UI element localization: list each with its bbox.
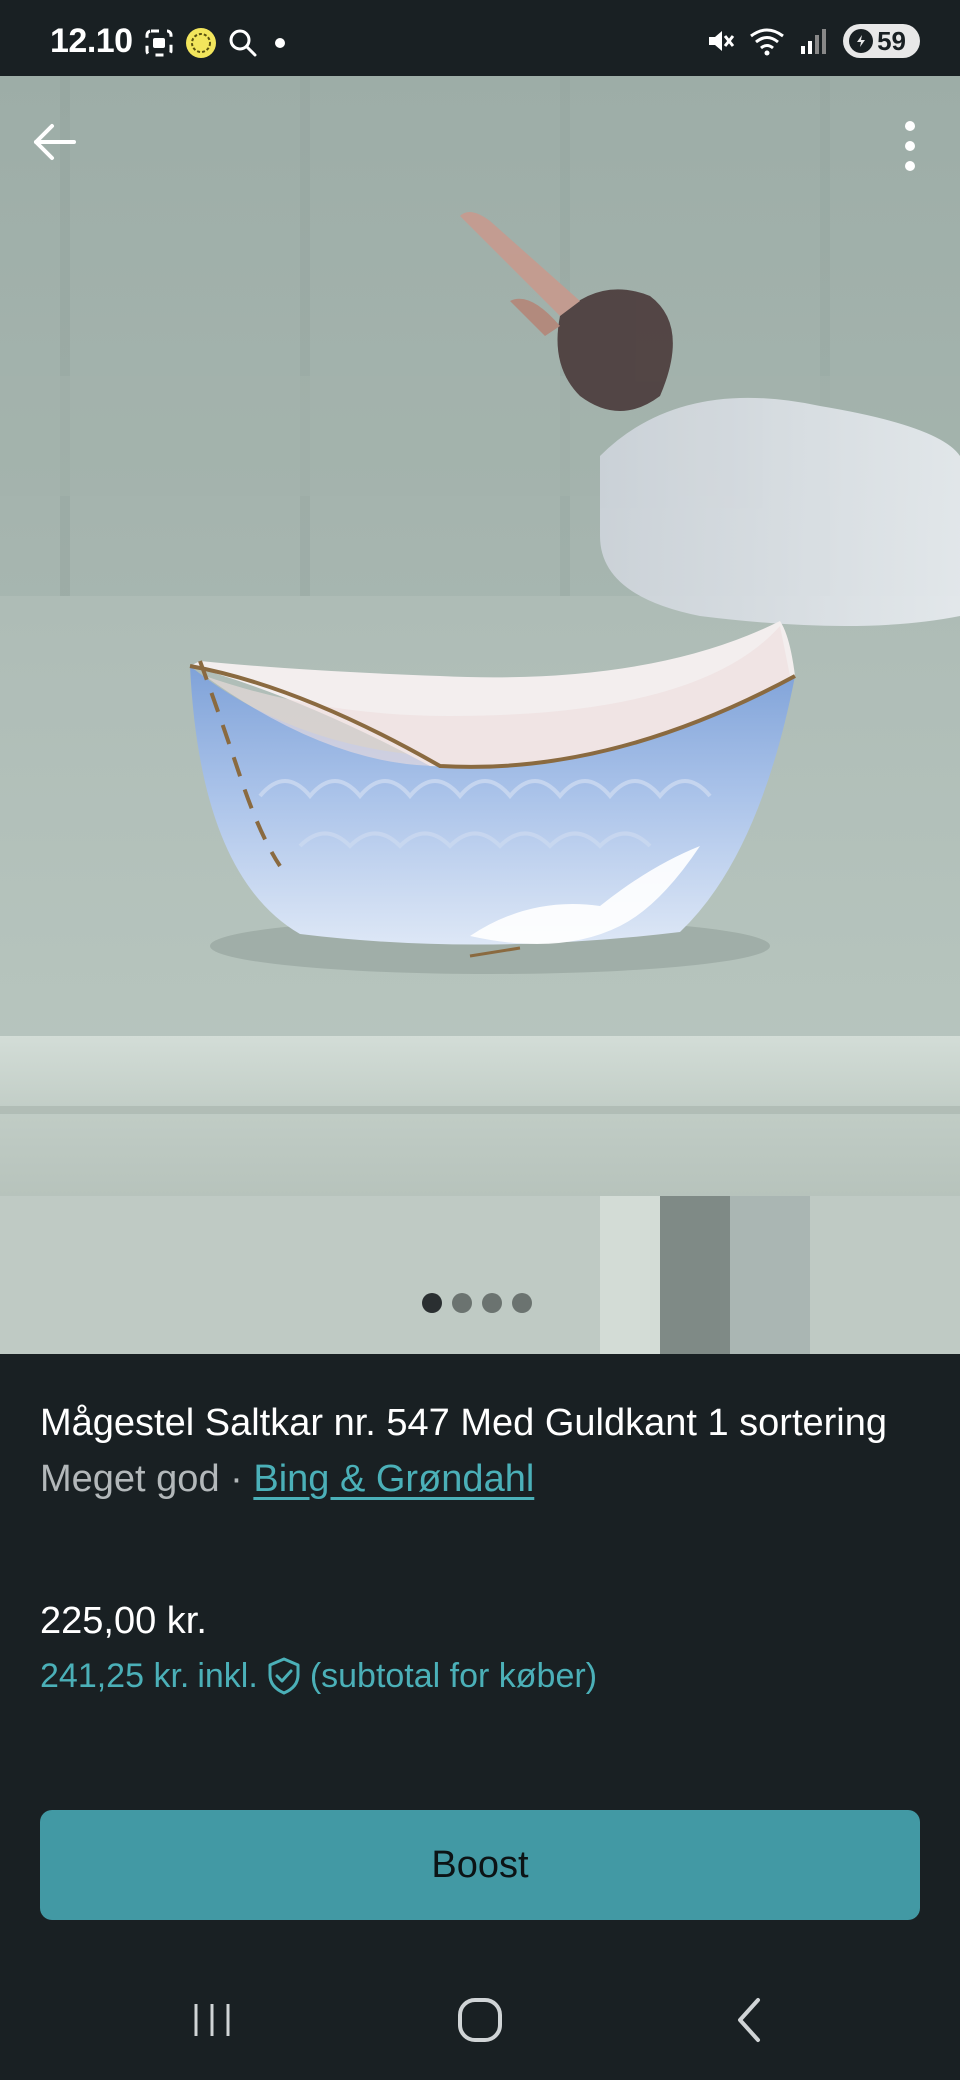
app-badge-icon xyxy=(186,28,216,58)
product-photo xyxy=(0,76,960,1354)
battery-level: 59 xyxy=(877,25,906,56)
price-incl-note: (subtotal for køber) xyxy=(309,1656,598,1695)
notification-dot-icon xyxy=(275,38,285,48)
status-right-icons: 59 xyxy=(705,24,920,58)
meta-separator: · xyxy=(219,1458,254,1500)
boost-button[interactable]: Boost xyxy=(40,1810,920,1920)
mute-icon xyxy=(709,31,735,51)
system-navigation-bar xyxy=(0,1960,960,2080)
pagination-dot[interactable] xyxy=(452,1293,472,1313)
recent-apps-icon[interactable] xyxy=(182,1990,242,2050)
pagination-dot[interactable] xyxy=(482,1293,502,1313)
pagination-dot-active[interactable] xyxy=(422,1293,442,1313)
price-incl-amount: 241,25 kr. xyxy=(40,1656,190,1695)
product-image-gallery[interactable] xyxy=(0,76,960,1354)
status-bar: 12.10 59 xyxy=(0,0,960,76)
wifi-icon xyxy=(750,28,784,56)
brand-link[interactable]: Bing & Grøndahl xyxy=(253,1458,534,1500)
listing-meta: Meget god · Bing & Grøndahl xyxy=(40,1452,920,1506)
pagination-dot[interactable] xyxy=(512,1293,532,1313)
back-arrow-icon[interactable] xyxy=(28,116,80,168)
gallery-pagination xyxy=(0,1293,960,1313)
back-icon[interactable] xyxy=(720,1990,780,2050)
listing-price: 225,00 kr. xyxy=(40,1600,207,1642)
signal-icon xyxy=(801,29,827,54)
home-icon[interactable] xyxy=(450,1990,510,2050)
status-left-icons xyxy=(144,26,292,60)
more-vertical-icon[interactable] xyxy=(900,116,920,176)
price-incl-word: inkl. xyxy=(197,1656,258,1695)
listing-title: Mågestel Saltkar nr. 547 Med Guldkant 1 … xyxy=(40,1402,888,1444)
condition-label: Meget god xyxy=(40,1458,220,1500)
price-incl-buyer-protection[interactable]: 241,25 kr. inkl. (subtotal for køber) xyxy=(40,1656,597,1696)
charging-bolt-icon xyxy=(849,29,874,53)
status-time: 12.10 xyxy=(50,22,133,60)
search-icon xyxy=(229,29,257,57)
shield-check-icon xyxy=(268,1657,300,1695)
screenshot-icon xyxy=(145,29,173,57)
battery-icon: 59 xyxy=(843,24,920,58)
listing-details: Mågestel Saltkar nr. 547 Med Guldkant 1 … xyxy=(40,1396,920,1506)
